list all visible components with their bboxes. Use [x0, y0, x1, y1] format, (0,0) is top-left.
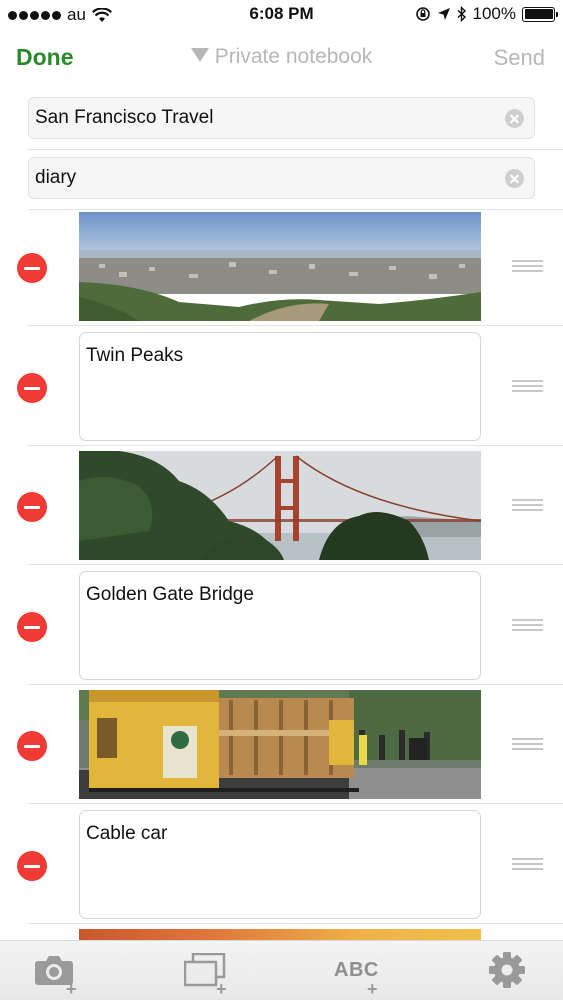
delete-icon[interactable]	[17, 253, 47, 283]
reorder-icon[interactable]	[512, 738, 543, 750]
title-field-value: San Francisco Travel	[35, 107, 214, 128]
list-item	[0, 684, 563, 804]
delete-icon[interactable]	[17, 492, 47, 522]
clear-icon[interactable]	[505, 169, 524, 188]
notebook-selector[interactable]: Private notebook	[0, 45, 563, 69]
nav-bar: Done Private notebook Send	[0, 30, 563, 86]
text-note-label: Golden Gate Bridge	[86, 584, 254, 605]
triangle-down-icon	[190, 48, 209, 62]
reorder-icon[interactable]	[512, 619, 543, 631]
plus-icon: +	[216, 979, 227, 999]
plus-icon: +	[66, 979, 77, 999]
delete-icon[interactable]	[17, 851, 47, 881]
battery-icon	[522, 6, 558, 22]
status-bar: au 6:08 PM 100%	[0, 0, 563, 30]
bottom-toolbar: + + ABC +	[0, 940, 563, 1000]
gear-icon	[489, 952, 525, 988]
orientation-lock-icon	[415, 7, 430, 21]
tags-field-row: diary	[28, 150, 563, 210]
add-photo-button[interactable]: +	[34, 951, 78, 999]
text-note[interactable]: Twin Peaks	[79, 332, 481, 441]
text-note[interactable]: Golden Gate Bridge	[79, 571, 481, 680]
title-field-row: San Francisco Travel	[28, 90, 563, 150]
tags-field[interactable]: diary	[28, 157, 535, 199]
location-arrow-icon	[437, 8, 450, 20]
settings-button[interactable]	[488, 951, 528, 995]
delete-icon[interactable]	[17, 731, 47, 761]
tags-field-value: diary	[35, 167, 77, 188]
battery-percent: 100%	[472, 4, 516, 23]
reorder-icon[interactable]	[512, 380, 543, 392]
plus-icon: +	[367, 979, 378, 999]
reorder-icon[interactable]	[512, 858, 543, 870]
photo-golden-gate-bridge[interactable]	[79, 451, 481, 560]
delete-icon[interactable]	[17, 612, 47, 642]
list-item	[0, 445, 563, 565]
list-item: Cable car	[0, 804, 563, 924]
text-note-label: Cable car	[86, 823, 168, 844]
text-note-label: Twin Peaks	[86, 345, 184, 366]
text-note[interactable]: Cable car	[79, 810, 481, 919]
list-item: Twin Peaks	[0, 326, 563, 446]
delete-icon[interactable]	[17, 373, 47, 403]
photo-cable-car[interactable]	[79, 690, 481, 799]
list-item	[0, 206, 563, 326]
add-text-button[interactable]: ABC +	[334, 951, 384, 999]
status-right: 100%	[415, 4, 558, 24]
bluetooth-icon	[457, 6, 466, 22]
title-field[interactable]: San Francisco Travel	[28, 97, 535, 139]
clear-icon[interactable]	[505, 109, 524, 128]
photo-city-panorama[interactable]	[79, 212, 481, 321]
reorder-icon[interactable]	[512, 499, 543, 511]
list-item: Golden Gate Bridge	[0, 565, 563, 685]
reorder-icon[interactable]	[512, 260, 543, 272]
add-image-button[interactable]: +	[184, 951, 230, 999]
notebook-label: Private notebook	[214, 45, 373, 68]
send-button[interactable]: Send	[494, 45, 545, 71]
